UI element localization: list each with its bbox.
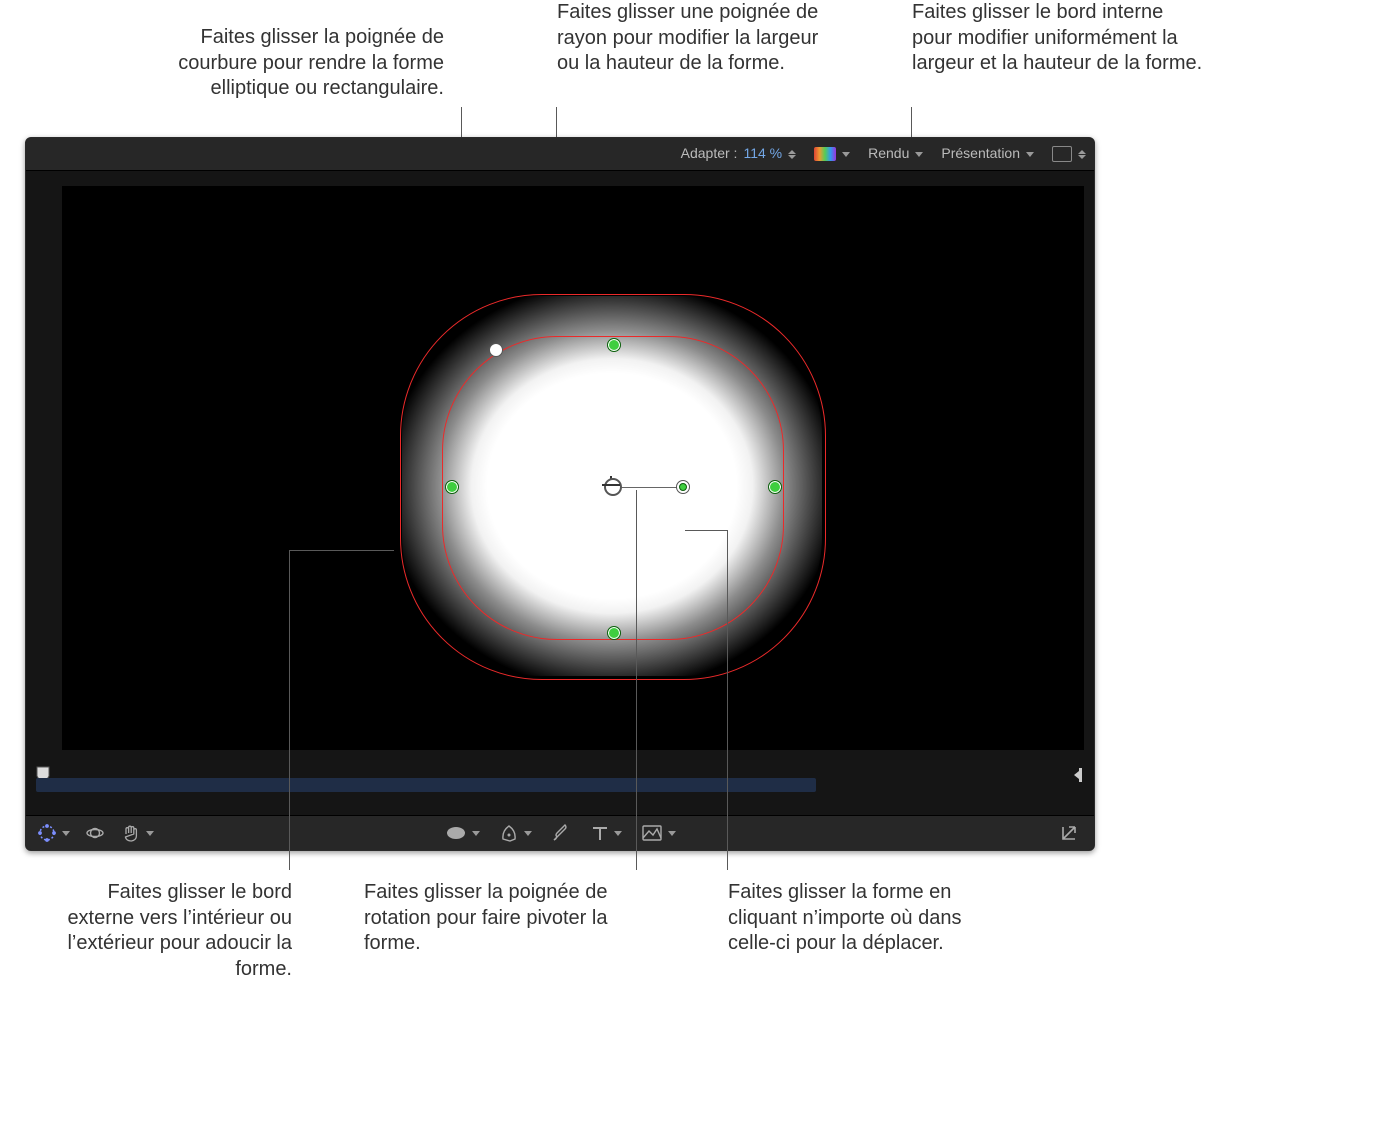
chevron-down-icon [146, 831, 154, 836]
fit-label: Adapter : [681, 145, 738, 163]
callout-outer: Faites glisser le bord externe vers l’in… [52, 880, 292, 982]
render-label: Rendu [868, 145, 909, 163]
callout-rotation: Faites glisser la poignée de rotation po… [364, 880, 619, 957]
ellipse-mask-tool[interactable] [444, 823, 480, 843]
crop-tool[interactable] [640, 823, 676, 843]
chevron-down-icon [614, 831, 622, 836]
play-range-end[interactable] [1079, 768, 1082, 782]
stepper-icon[interactable] [788, 150, 796, 159]
colorspace-menu[interactable] [814, 147, 850, 161]
leader [636, 490, 637, 870]
orbit-3d-tool[interactable] [84, 822, 106, 844]
bottom-toolbar [26, 815, 1094, 850]
radius-handle-right[interactable] [768, 480, 782, 494]
brush-tool[interactable] [550, 822, 572, 844]
leader [727, 530, 728, 870]
leader [289, 550, 290, 870]
leader [685, 530, 727, 531]
new-window-button[interactable] [1058, 822, 1080, 844]
chevron-down-icon [915, 152, 923, 157]
viewport-icon [1052, 146, 1072, 162]
point-select-tool[interactable] [36, 822, 70, 844]
chevron-down-icon [842, 152, 850, 157]
leader [289, 550, 394, 551]
radius-handle-bottom[interactable] [607, 626, 621, 640]
chevron-down-icon [1026, 152, 1034, 157]
render-menu[interactable]: Rendu [868, 145, 923, 163]
chevron-down-icon [668, 831, 676, 836]
app-window: Adapter : 114 % Rendu Présentation [25, 137, 1095, 851]
anchor-point[interactable] [602, 476, 620, 494]
curvature-handle[interactable] [489, 343, 503, 357]
presentation-menu[interactable]: Présentation [941, 145, 1034, 163]
rotation-handle[interactable] [676, 480, 690, 494]
mini-timeline[interactable] [26, 774, 1094, 798]
callout-move: Faites glisser la forme en cliquant n’im… [728, 880, 1008, 957]
pen-tool[interactable] [498, 822, 532, 844]
callout-inner: Faites glisser le bord interne pour modi… [912, 0, 1207, 77]
chevron-down-icon [524, 831, 532, 836]
spectrum-icon [814, 147, 836, 161]
chevron-down-icon [472, 831, 480, 836]
play-range [36, 778, 816, 792]
radius-handle-top[interactable] [607, 338, 621, 352]
hand-pan-tool[interactable] [120, 822, 154, 844]
radius-handle-left[interactable] [445, 480, 459, 494]
callout-curvature: Faites glisser la poignée de courbure po… [148, 25, 444, 102]
chevron-down-icon [62, 831, 70, 836]
rotation-arm [615, 487, 677, 488]
viewport-switcher[interactable] [1052, 146, 1086, 162]
viewer-top-bar: Adapter : 114 % Rendu Présentation [26, 138, 1094, 171]
stepper-icon [1078, 150, 1086, 159]
canvas-viewport[interactable] [62, 186, 1084, 750]
presentation-label: Présentation [941, 145, 1020, 163]
fit-control[interactable]: Adapter : 114 % [681, 145, 797, 163]
text-tool[interactable] [590, 823, 622, 843]
fit-value: 114 % [743, 145, 782, 163]
callout-radius: Faites glisser une poignée de rayon pour… [557, 0, 822, 77]
